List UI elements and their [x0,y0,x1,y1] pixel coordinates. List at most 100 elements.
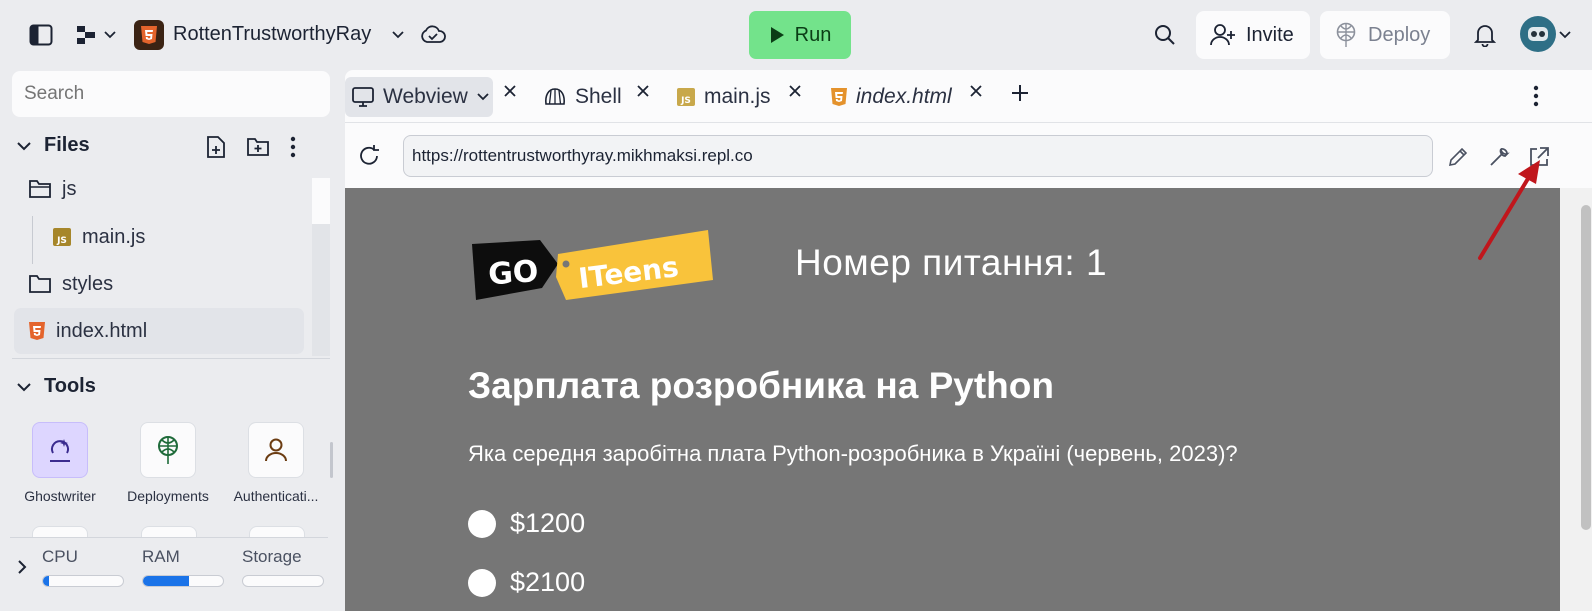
tool-label: Deployments [127,488,209,504]
search-icon[interactable] [1148,18,1182,52]
cpu-label: CPU [42,547,78,566]
radio-button[interactable] [468,509,496,538]
new-folder-icon[interactable] [241,130,275,164]
file-name: styles [62,272,114,295]
robot-avatar-icon [1528,27,1548,41]
workspace-panel: Webview Shell JS main.js index.html http… [345,70,1592,611]
cpu-usage-fill [43,576,50,586]
tab-label: Webview [383,85,468,108]
tab-main-js[interactable]: JS main.js [676,77,771,117]
play-icon [770,27,784,43]
goiteens-logo: GO ITeens [470,230,715,302]
annotation-arrow [1478,160,1540,260]
chevron-down-icon [17,141,31,150]
html-file-icon [29,322,45,340]
folder-icon [29,275,51,293]
deployments-icon [158,436,178,464]
avatar[interactable] [1520,16,1556,52]
ram-usage-bar [142,575,224,587]
deploy-label: Deploy [1368,23,1431,46]
folder-js[interactable]: js [14,166,76,212]
tree-guide-line [32,216,33,264]
divider [345,122,1592,123]
file-main-js[interactable]: JS main.js [38,214,145,260]
tool-authentication[interactable]: Authenticati... [221,422,331,504]
tool-label: Ghostwriter [24,488,96,504]
search-input[interactable] [12,71,330,117]
url-input[interactable]: https://rottentrustworthyray.mikhmaksi.r… [403,135,1433,177]
close-tab-icon[interactable] [503,84,517,98]
new-file-icon[interactable] [199,130,233,164]
option-label: $2100 [510,567,586,597]
close-tab-icon[interactable] [969,84,983,98]
tab-label: Shell [575,85,622,108]
chevron-down-icon[interactable] [1553,18,1577,52]
run-label: Run [794,23,832,46]
question-number: Номер питання: 1 [795,242,1108,283]
file-index-html[interactable]: index.html [14,308,304,354]
logo-go-text: GO [487,254,539,292]
question-title: Зарплата розробника на Python [468,365,1054,406]
html-repl-icon[interactable] [134,20,164,50]
tool-label: Authenticati... [233,488,319,504]
invite-button[interactable]: Invite [1196,11,1310,59]
webview-content[interactable]: GO ITeens Номер питання: 1 Зарплата розр… [345,188,1560,611]
refresh-icon[interactable] [357,144,381,168]
tab-index-html[interactable]: index.html [830,77,952,117]
tab-shell[interactable]: Shell [543,77,622,117]
files-title: Files [44,134,90,156]
top-bar: RottenTrustworthyRay Run Invite Deploy [0,0,1592,70]
cloud-check-icon[interactable] [416,18,450,52]
shell-icon [545,88,565,105]
user-plus-icon [1210,24,1235,46]
add-tab-icon[interactable] [1011,84,1029,102]
tab-webview[interactable]: Webview [345,77,493,117]
deploy-icon [1336,22,1356,47]
invite-label: Invite [1246,23,1294,46]
deploy-button[interactable]: Deploy [1320,11,1450,59]
tool-deployments[interactable]: Deployments [113,422,223,504]
html-file-icon [831,88,847,106]
repl-name[interactable]: RottenTrustworthyRay [173,23,371,46]
webview-scroll-thumb[interactable] [1581,205,1591,530]
files-header[interactable]: Files [16,134,90,157]
radio-button[interactable] [468,568,496,597]
folder-styles[interactable]: styles [14,261,113,307]
question-text: Яка середня заробітна плата Python-розро… [468,441,1238,466]
storage-usage-bar [242,575,324,587]
more-options-icon[interactable] [281,130,305,164]
cpu-usage-bar [42,575,124,587]
js-file-icon: JS [53,228,71,246]
close-tab-icon[interactable] [788,84,802,98]
ram-usage-fill [143,576,189,586]
file-name: js [62,177,77,200]
file-name: index.html [56,319,148,342]
chevron-down-icon[interactable] [381,18,415,52]
chevron-down-icon [477,93,489,101]
js-file-icon: JS [677,88,695,106]
pencil-icon[interactable] [1446,145,1470,169]
bell-icon[interactable] [1468,18,1502,52]
ghostwriter-icon [50,439,70,462]
answer-option[interactable]: $1200 [468,508,585,539]
storage-label: Storage [242,547,302,566]
divider [12,358,330,359]
chevron-right-icon[interactable] [8,550,36,584]
replit-menu-icon[interactable] [74,18,118,52]
answer-option[interactable]: $2100 [468,567,585,598]
run-button[interactable]: Run [749,11,851,59]
user-icon [265,438,287,462]
close-tab-icon[interactable] [636,84,650,98]
svg-text:JS: JS [56,236,67,246]
sidebar-toggle-icon[interactable] [24,18,58,52]
svg-text:JS: JS [680,96,691,106]
tab-label: main.js [704,85,771,108]
file-name: main.js [82,225,146,248]
tool-ghostwriter[interactable]: Ghostwriter [5,422,115,504]
tools-header[interactable]: Tools [16,375,96,398]
option-label: $1200 [510,508,586,538]
file-tree-scroll-thumb[interactable] [312,178,330,224]
ram-label: RAM [142,547,180,566]
sidebar: Files js JS main.js styles index.html To… [0,70,340,611]
more-options-icon[interactable] [1533,85,1539,107]
